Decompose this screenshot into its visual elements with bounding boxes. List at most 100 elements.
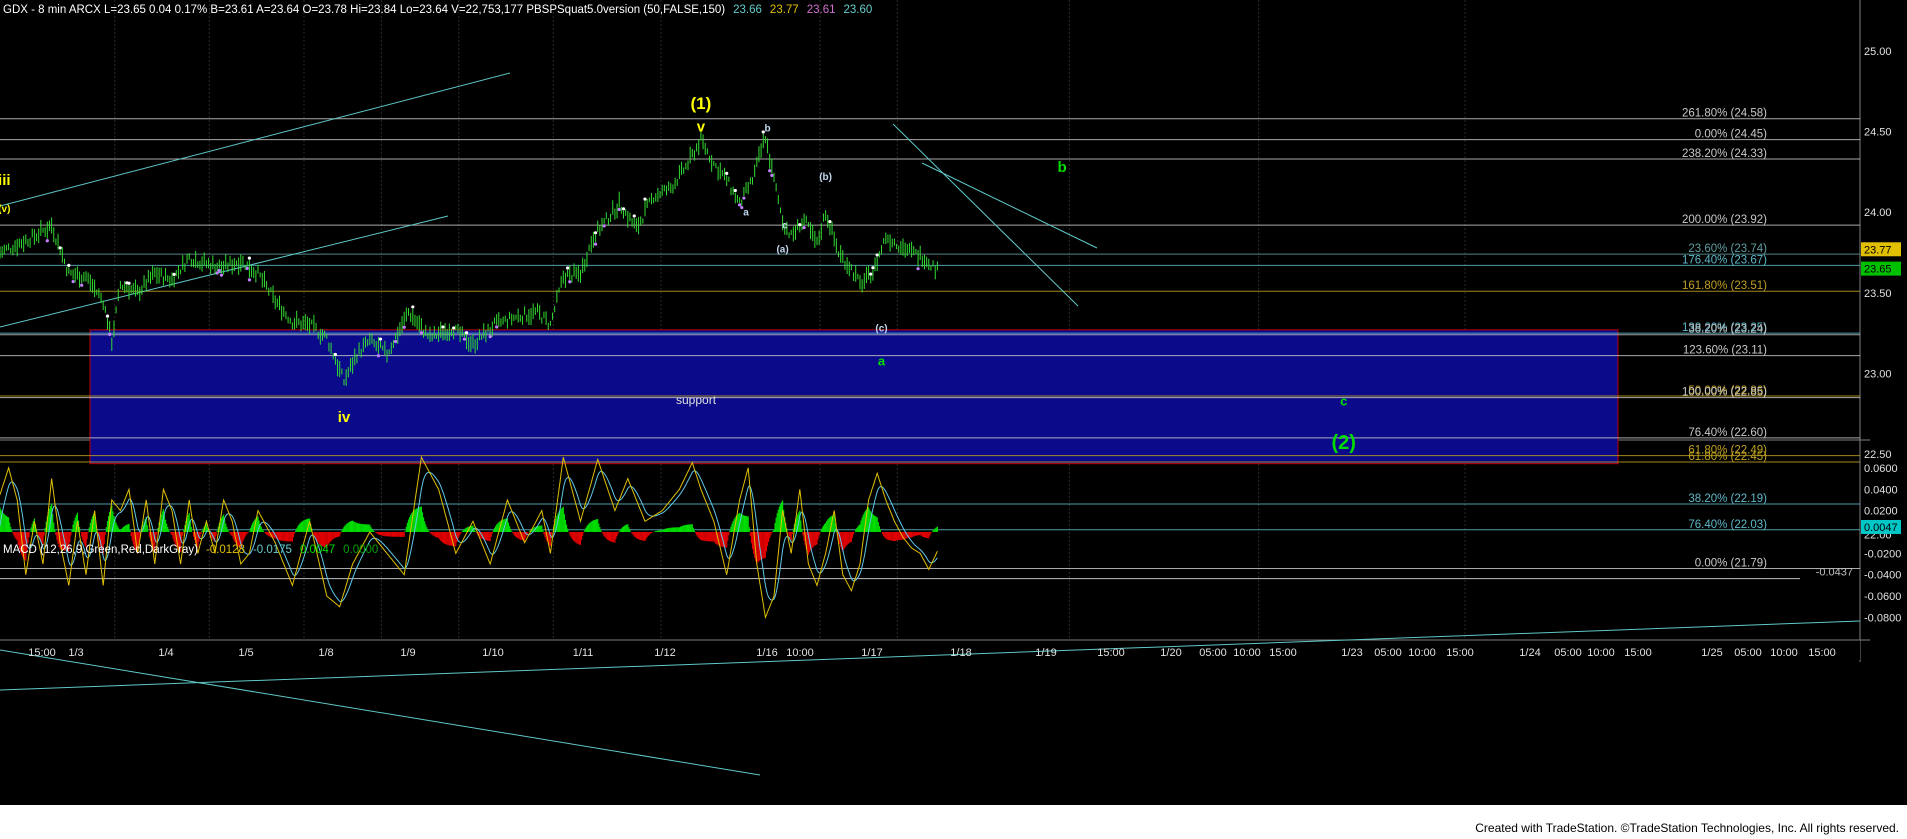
fib-label: 76.40% (22.60) [1688, 427, 1767, 439]
signal-dot [495, 325, 499, 329]
signal-dot [105, 314, 110, 318]
fib-label: 0.00% (24.45) [1695, 129, 1767, 141]
header-value: 23.77 [770, 4, 799, 16]
price-tag: 23.65 [1864, 264, 1892, 276]
signal-dot [738, 203, 742, 207]
header-value: 23.61 [807, 4, 836, 16]
footer-bar: Created with TradeStation. ©TradeStation… [0, 805, 1907, 839]
wave-label: c [1340, 394, 1347, 409]
wave-label: (2) [1332, 432, 1356, 454]
signal-dot [215, 271, 219, 275]
price-tick: 23.50 [1864, 288, 1892, 300]
wave-label: c [782, 220, 788, 231]
time-tick: 15:00 [1446, 647, 1474, 659]
time-tick: 10:00 [1587, 647, 1615, 659]
time-tick: 15:00 [1808, 647, 1836, 659]
signal-dot [462, 337, 466, 341]
time-tick: 1/18 [950, 647, 971, 659]
support-zone [89, 329, 1619, 465]
signal-dot [742, 196, 746, 200]
header-value: 23.66 [733, 4, 762, 16]
signal-dot [875, 253, 879, 257]
signal-dot [376, 354, 380, 358]
time-tick: 10:00 [786, 647, 814, 659]
signal-dot [172, 272, 176, 276]
time-tick: 05:00 [1554, 647, 1582, 659]
signal-dot [871, 266, 875, 270]
signal-dot [108, 332, 112, 336]
signal-dot [245, 266, 249, 270]
fib-label: 0.00% (21.79) [1695, 557, 1767, 569]
time-tick: 1/23 [1341, 647, 1362, 659]
fib-label: 200.00% (23.92) [1682, 214, 1767, 226]
signal-dot [869, 272, 873, 276]
time-tick: 1/12 [654, 647, 675, 659]
wave-label: iv [338, 409, 351, 426]
fib-label: 261.80% (24.58) [1682, 108, 1767, 120]
support-label: support [676, 393, 717, 407]
signal-dot [378, 337, 383, 341]
signal-dot [419, 331, 423, 335]
signal-dot [916, 267, 920, 271]
price-tick: 25.00 [1864, 46, 1892, 58]
signal-dot [733, 188, 737, 193]
signal-dot [452, 326, 456, 330]
wave-label: (c) [875, 323, 887, 334]
price-tick: 24.50 [1864, 127, 1892, 139]
signal-dot [725, 171, 729, 176]
macd-tick: 0.0400 [1864, 484, 1898, 496]
signal-dot [464, 331, 469, 335]
signal-dot [441, 325, 445, 329]
macd-level-label: -0.0437 [1816, 567, 1853, 579]
time-tick: 1/9 [400, 647, 415, 659]
time-tick: 1/25 [1701, 647, 1722, 659]
wave-label: iii [0, 172, 11, 189]
wave-label: (1) [691, 94, 712, 113]
price-tick: 23.00 [1864, 368, 1892, 380]
macd-tick: 0.0200 [1864, 506, 1898, 518]
signal-dot [632, 214, 636, 218]
wave-label: (b) [819, 172, 832, 183]
price-tick: 24.00 [1864, 207, 1892, 219]
signal-dot [802, 226, 806, 230]
time-tick: 1/19 [1035, 647, 1056, 659]
fib-label: 61.80% (22.45) [1688, 451, 1767, 463]
time-tick: 10:00 [1408, 647, 1436, 659]
tradestation-credit: Created with TradeStation. ©TradeStation… [1475, 821, 1899, 835]
fib-label: 176.40% (23.67) [1682, 254, 1767, 266]
signal-dot [394, 339, 398, 344]
signal-dot [488, 335, 492, 339]
price-tick: 22.50 [1864, 449, 1892, 461]
fib-label: 123.60% (23.11) [1683, 345, 1767, 357]
chart-window: support 261.80% (24.58) 0.00% (24.45) 238.… [0, 0, 1907, 839]
signal-dot [58, 246, 62, 250]
signal-dot [770, 173, 774, 177]
fib-label: 38.20% (23.24) [1688, 324, 1767, 336]
fib-label: 76.40% (22.03) [1688, 519, 1767, 531]
time-tick: 1/4 [158, 647, 173, 659]
price-tag: 23.77 [1864, 244, 1892, 256]
macd-tick: -0.0600 [1864, 591, 1901, 603]
wave-label: b [1058, 159, 1067, 176]
signal-dot [621, 207, 626, 211]
fib-label: 23.60% (23.74) [1688, 243, 1767, 255]
signal-dot [828, 220, 832, 224]
time-tick: 05:00 [1374, 647, 1402, 659]
wave-label: (v) [0, 204, 10, 215]
signal-dot [568, 280, 572, 284]
wave-label: a [878, 353, 886, 368]
chart-title: GDX - 8 min ARCX L=23.65 0.04 0.17% B=23… [3, 4, 872, 16]
signal-dot [80, 283, 84, 287]
wave-label: b [764, 124, 770, 135]
signal-dot [798, 223, 802, 227]
signal-dot [247, 278, 251, 282]
time-tick: 10:00 [1770, 647, 1798, 659]
time-tick: 05:00 [1199, 647, 1227, 659]
signal-dot [247, 256, 251, 260]
time-tick: 15:00 [28, 647, 56, 659]
wave-label: a [743, 207, 749, 218]
signal-dot [593, 231, 598, 235]
signal-dot [617, 207, 621, 212]
time-tick: 1/20 [1160, 647, 1181, 659]
wave-label: v [697, 119, 706, 136]
